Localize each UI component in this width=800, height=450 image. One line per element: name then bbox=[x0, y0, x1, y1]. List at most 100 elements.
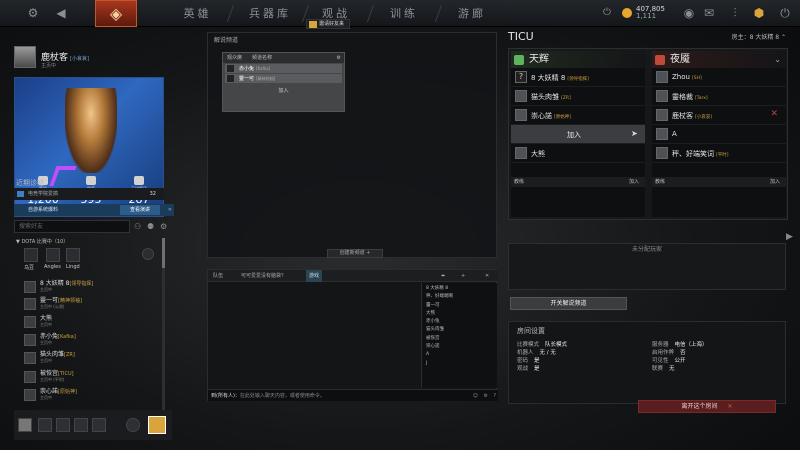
friend-item[interactable]: 崇心諾[原始神] 主页中 bbox=[24, 388, 164, 402]
friend-item[interactable]: 被恢宫[TICU] 主页中 (平时) bbox=[24, 370, 164, 384]
chevron-down-icon[interactable]: ⌄ bbox=[774, 51, 781, 68]
invite-icon[interactable] bbox=[126, 418, 140, 432]
hero-portrait[interactable] bbox=[24, 248, 38, 262]
settings-title: 房间设置 bbox=[517, 327, 545, 335]
scroll-thumb[interactable] bbox=[162, 238, 165, 268]
avatar bbox=[24, 298, 36, 310]
tab-learn[interactable]: 训练 bbox=[378, 0, 430, 27]
dire-team: 夜魇 ⌄ Zhou [SH] 靈格裁 [Tarx] 鹿杖客 [小哀哀] ✕ A 秤、好端笑… bbox=[652, 51, 786, 217]
coach-join-button[interactable]: 加入 bbox=[629, 177, 639, 187]
tab-party-chat[interactable]: 可可爱爱没有脑袋？ bbox=[238, 270, 289, 282]
emoji-icon[interactable]: ☺ bbox=[473, 390, 478, 402]
expand-arrow-icon[interactable]: ▶ bbox=[786, 232, 793, 242]
coach-join-button[interactable]: 加入 bbox=[770, 177, 780, 187]
power-icon[interactable]: ⏻ bbox=[598, 4, 616, 22]
chat-panel: 队伍 可可爱爱没有脑袋？ 游戏 ⬌ + ✕ 8 大妖精 8 秤、好端端啊 靈一可… bbox=[207, 269, 498, 401]
battle-pass-icon[interactable]: ⬢ bbox=[750, 4, 768, 22]
chat-input[interactable]: 到(所有人)：在此处输入聊天内容，或者使用命令。 ☺ ⚙ ? bbox=[208, 389, 498, 401]
team-slot[interactable]: 靈格裁 [Tarx] bbox=[652, 87, 786, 106]
setting-row: 启用作弊否 bbox=[652, 350, 686, 356]
view-notice-button[interactable]: 查看演讲 bbox=[120, 205, 160, 215]
profile-status: 主页中 bbox=[41, 63, 57, 69]
friend-item[interactable]: 猫头肉雏[ZR] 主页中 bbox=[24, 351, 164, 365]
add-friend-icon[interactable]: ⚇ bbox=[134, 222, 144, 231]
team-slot[interactable]: 崇心諾 [原始神] bbox=[511, 106, 645, 125]
team-slot[interactable]: ? 8 大妖精 8 [领导指挥] bbox=[511, 68, 645, 87]
avatar bbox=[515, 147, 527, 159]
dire-coach-slot[interactable]: 教练 加入 bbox=[652, 177, 786, 187]
party-badge[interactable]: 邀请好友来 bbox=[306, 19, 350, 29]
party-slot[interactable] bbox=[92, 418, 106, 432]
help-icon[interactable]: ? bbox=[493, 390, 496, 402]
channel-header: 观众席 频道名称 ⚙ bbox=[223, 53, 344, 63]
notifications-icon[interactable]: ✉ bbox=[700, 4, 718, 22]
tab-game-chat[interactable]: 游戏 bbox=[306, 270, 323, 282]
friend-group-header[interactable]: ▼ DOTA 比赛中（10） bbox=[16, 238, 68, 245]
close-icon[interactable]: ✕ bbox=[168, 204, 172, 216]
team-slot[interactable]: A bbox=[652, 125, 786, 144]
setting-row: 比赛模式 队长模式 bbox=[517, 342, 568, 348]
chat-options-icon[interactable]: ⬌ bbox=[438, 270, 448, 282]
friend-item[interactable]: 靈一可[精神领袖] 主页中 (公测) bbox=[24, 297, 164, 311]
channel-member[interactable]: 赤小兔 [Kafka] bbox=[225, 64, 342, 73]
friend-list-scrollbar[interactable] bbox=[162, 238, 165, 413]
close-icon[interactable]: ✕ bbox=[482, 270, 492, 282]
party-slot[interactable] bbox=[56, 418, 70, 432]
team-slot[interactable]: 大熊 bbox=[511, 144, 645, 163]
tab-team-chat[interactable]: 队伍 bbox=[210, 270, 226, 282]
hero-portrait[interactable] bbox=[46, 248, 60, 262]
party-slot[interactable] bbox=[74, 418, 88, 432]
hero-portrait[interactable] bbox=[66, 248, 80, 262]
avatar bbox=[24, 371, 36, 383]
friend-item[interactable]: 8 大妖精 8[领导指挥] 主页中 bbox=[24, 280, 164, 294]
join-radiant-button[interactable]: 加入 ➤ bbox=[511, 125, 645, 144]
toggle-broadcast-channel-button[interactable]: 开关解说频道 bbox=[510, 297, 627, 310]
profile-header[interactable]: 鹿杖客 [小哀哀] 主页中 bbox=[10, 42, 170, 72]
leave-lobby-button[interactable]: 离开这个房间 ✕ bbox=[638, 400, 776, 413]
tab-heroes[interactable]: 英雄 bbox=[170, 0, 225, 27]
radiant-team: 天辉 ? 8 大妖精 8 [领导指挥] 猫头肉雏 [ZR] 崇心諾 [原始神] 加入 ➤ … bbox=[511, 51, 645, 217]
channel-member[interactable]: 靈一可 [精神领袖] bbox=[225, 74, 342, 83]
create-channel-button[interactable]: 创建新频道 + bbox=[327, 249, 383, 258]
friend-search-input[interactable]: 搜索好友 bbox=[14, 220, 130, 233]
shards-icon[interactable]: ◉ bbox=[680, 4, 698, 22]
kick-icon[interactable]: ✕ bbox=[770, 109, 778, 119]
friend-item[interactable]: 大熊 主页中 bbox=[24, 315, 164, 329]
team-panel: 天辉 ? 8 大妖精 8 [领导指挥] 猫头肉雏 [ZR] 崇心諾 [原始神] 加入 ➤ … bbox=[508, 48, 788, 220]
setting-row: 密码是 bbox=[517, 358, 540, 364]
radiant-coach-slot[interactable]: 教练 加入 bbox=[511, 177, 645, 187]
team-slot[interactable]: Zhou [SH] bbox=[652, 68, 786, 87]
recent-item[interactable]: 电竞学院爱搞 32 bbox=[14, 188, 164, 200]
settings-icon[interactable]: ⚙ bbox=[484, 390, 488, 402]
settings-sliders-icon[interactable]: ⫶ bbox=[726, 4, 744, 22]
avatar bbox=[227, 75, 234, 82]
rank-icon bbox=[134, 176, 144, 185]
avatar bbox=[24, 389, 36, 401]
party-avatar[interactable] bbox=[18, 418, 32, 432]
team-slot[interactable]: 秤、好端笑词 [平时] bbox=[652, 144, 786, 163]
add-channel-icon[interactable]: + bbox=[458, 270, 468, 282]
avatar bbox=[227, 65, 234, 72]
gear-icon[interactable]: ⚙ bbox=[24, 4, 42, 22]
lobby-settings: 房间设置 比赛模式 队长模式 机器人无 / 无 密码是 观战是 服务器 电信（上海）… bbox=[508, 321, 786, 404]
exit-icon[interactable]: ⏻ bbox=[776, 4, 794, 22]
join-channel-button[interactable]: 加入 bbox=[223, 84, 344, 98]
badge-icon bbox=[86, 176, 96, 185]
unassigned-players-area: 未分配玩家 bbox=[508, 243, 786, 290]
eye-icon[interactable] bbox=[142, 248, 154, 260]
team-slot[interactable]: 猫头肉雏 [ZR] bbox=[511, 87, 645, 106]
avatar[interactable] bbox=[14, 46, 36, 68]
group-icon[interactable]: ⚉ bbox=[147, 222, 157, 231]
back-icon[interactable]: ◀ bbox=[52, 4, 70, 22]
dota-logo-button[interactable]: ◈ bbox=[95, 0, 137, 27]
avatar bbox=[515, 109, 527, 121]
tab-armory[interactable]: 兵器库 bbox=[240, 0, 300, 27]
chat-notification-icon[interactable] bbox=[148, 416, 166, 434]
party-slot[interactable] bbox=[38, 418, 52, 432]
friend-item[interactable]: 赤小兔[Kafka] 主页中 bbox=[24, 333, 164, 347]
settings-icon[interactable]: ⚙ bbox=[160, 222, 170, 231]
unknown-avatar-icon: ? bbox=[515, 71, 527, 83]
gear-icon[interactable]: ⚙ bbox=[337, 53, 341, 63]
tab-arcade[interactable]: 游廊 bbox=[446, 0, 498, 27]
team-slot[interactable]: 鹿杖客 [小哀哀] ✕ bbox=[652, 106, 786, 125]
